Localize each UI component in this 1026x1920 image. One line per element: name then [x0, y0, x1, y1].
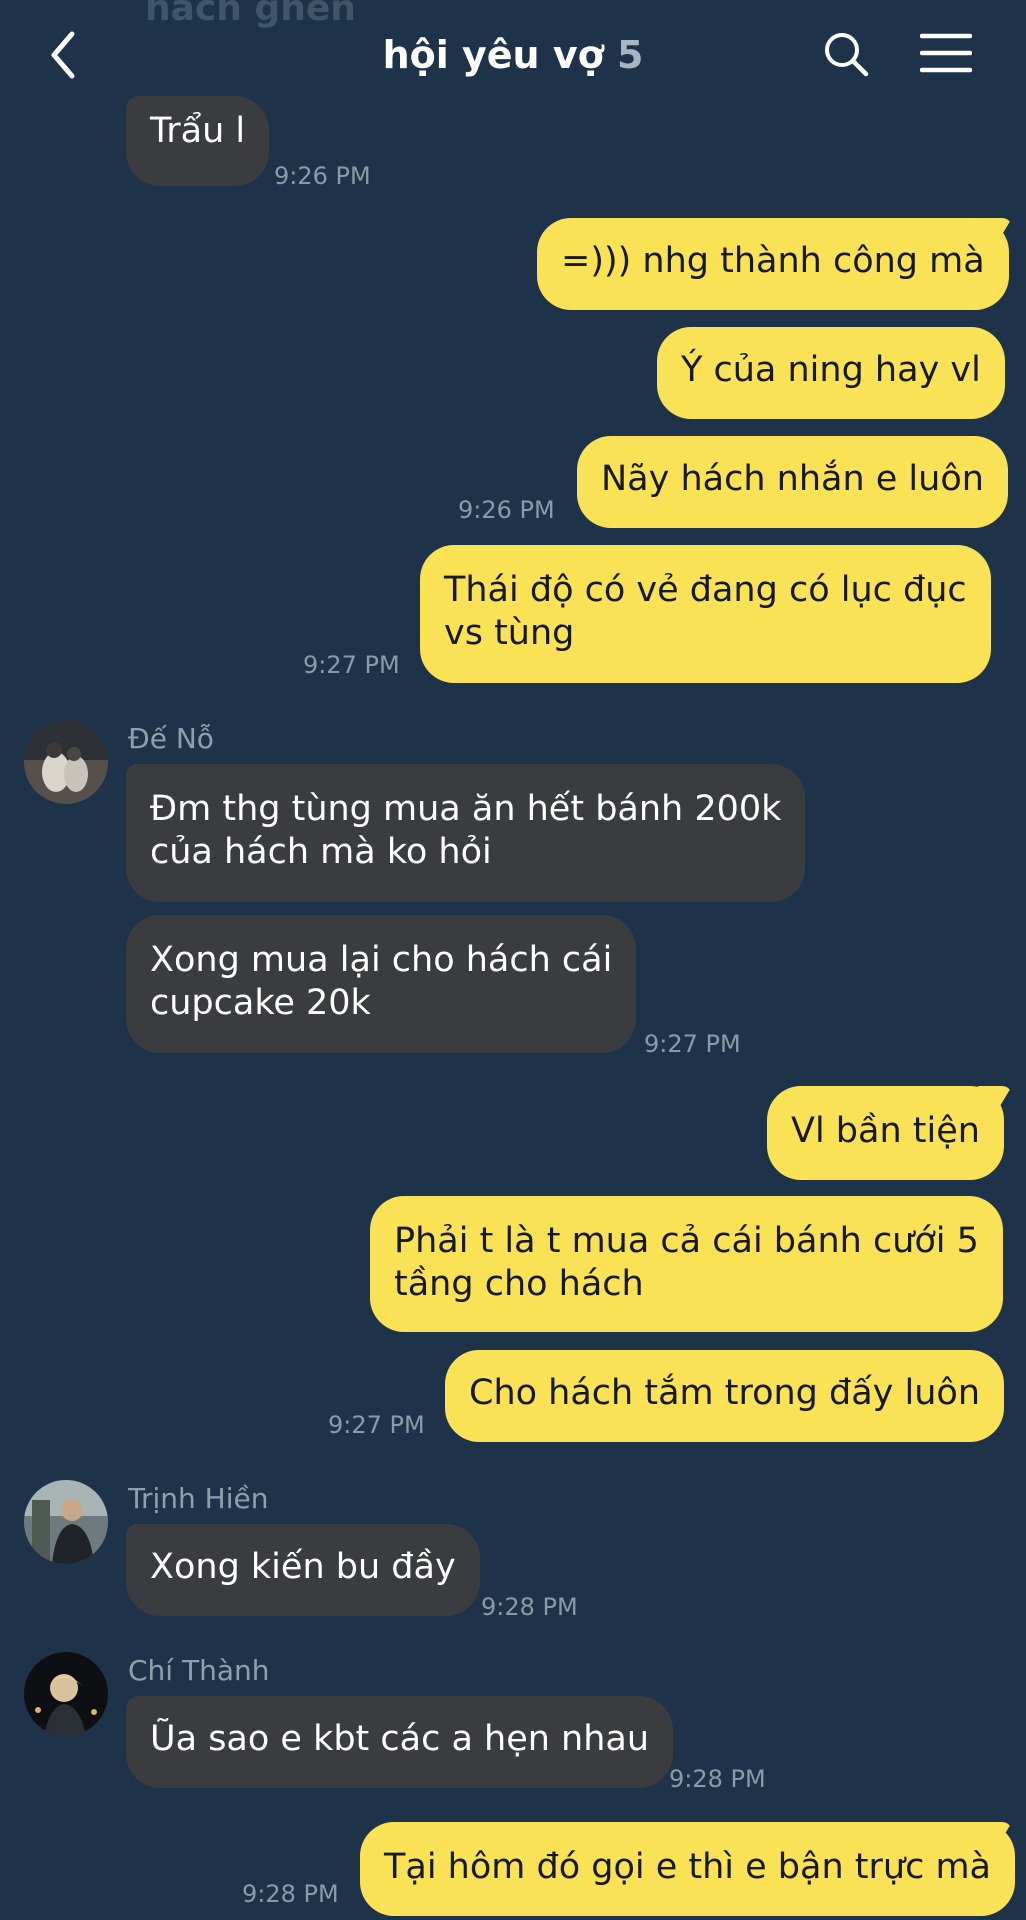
avatar[interactable]: [24, 720, 108, 804]
avatar[interactable]: [24, 1652, 108, 1736]
message-timestamp: 9:28 PM: [481, 1593, 578, 1621]
search-button[interactable]: [822, 30, 870, 78]
message-text-line: Đm thg tùng mua ăn hết bánh 200k: [150, 789, 782, 829]
message-text-line: cupcake 20k: [150, 983, 371, 1023]
message-bubble-outgoing[interactable]: Vl bần tiện: [767, 1086, 1004, 1180]
message-text-line: Thái độ có vẻ đang có lục đục: [444, 570, 967, 610]
chat-title: hội yêu vợ 5: [0, 30, 1026, 80]
message-timestamp: 9:27 PM: [644, 1030, 741, 1058]
sender-name: Đế Nỗ: [128, 722, 214, 755]
message-bubble-incoming[interactable]: Đm thg tùng mua ăn hết bánh 200k của hác…: [126, 764, 806, 902]
message-timestamp: 9:27 PM: [303, 651, 400, 679]
message-bubble-outgoing[interactable]: Phải t là t mua cả cái bánh cưới 5 tầng …: [370, 1196, 1003, 1332]
message-bubble-incoming[interactable]: Trẩu l: [126, 96, 270, 186]
member-count: 5: [616, 33, 644, 77]
message-bubble-outgoing[interactable]: =))) nhg thành công mà: [537, 218, 1009, 310]
message-bubble-outgoing[interactable]: Cho hách tắm trong đấy luôn: [445, 1350, 1005, 1442]
message-bubble-outgoing[interactable]: Tại hôm đó gọi e thì e bận trực mà: [360, 1822, 1015, 1916]
message-bubble-incoming[interactable]: Xong kiến bu đầy: [126, 1524, 480, 1616]
group-name: hội yêu vợ: [382, 33, 604, 77]
message-timestamp: 9:28 PM: [242, 1880, 339, 1908]
hamburger-menu-icon: [920, 33, 972, 73]
message-timestamp: 9:26 PM: [458, 496, 555, 524]
message-text-line: tầng cho hách: [394, 1264, 644, 1304]
message-bubble-outgoing[interactable]: Nãy hách nhắn e luôn: [577, 436, 1008, 528]
previous-message-fragment: hách ghen: [145, 0, 356, 29]
message-timestamp: 9:26 PM: [274, 162, 371, 190]
sender-name: Chí Thành: [128, 1654, 270, 1687]
message-bubble-incoming[interactable]: Xong mua lại cho hách cái cupcake 20k: [126, 915, 637, 1053]
message-text-line: Phải t là t mua cả cái bánh cưới 5: [394, 1221, 979, 1261]
search-icon: [825, 33, 869, 77]
message-bubble-incoming[interactable]: Ũa sao e kbt các a hẹn nhau: [126, 1696, 674, 1788]
message-bubble-outgoing[interactable]: Thái độ có vẻ đang có lục đục vs tùng: [420, 545, 991, 683]
message-bubble-outgoing[interactable]: Ý của ning hay vl: [657, 327, 1005, 419]
message-timestamp: 9:27 PM: [328, 1411, 425, 1439]
sender-name: Trịnh Hiền: [128, 1482, 269, 1515]
message-timestamp: 9:28 PM: [669, 1765, 766, 1793]
message-text-line: của hách mà ko hỏi: [150, 832, 492, 872]
avatar[interactable]: [24, 1480, 108, 1564]
message-text-line: vs tùng: [444, 613, 575, 653]
menu-button[interactable]: [920, 32, 972, 74]
message-text-line: Xong mua lại cho hách cái: [150, 940, 613, 980]
